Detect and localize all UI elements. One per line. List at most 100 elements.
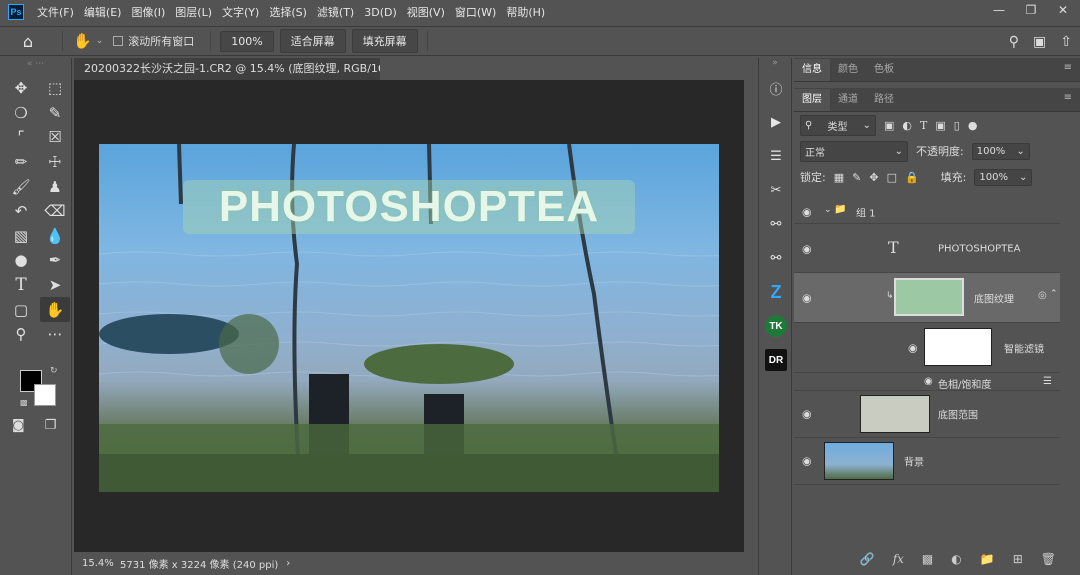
document-tab[interactable]: 20200322长沙沃之园-1.CR2 @ 15.4% (底图纹理, RGB/1… bbox=[74, 58, 422, 80]
filter-adjust-icon[interactable]: ◐ bbox=[902, 119, 912, 132]
menu-window[interactable]: 窗口(W) bbox=[450, 4, 501, 20]
lasso-tool-icon[interactable]: ❍ bbox=[6, 101, 36, 126]
menu-select[interactable]: 选择(S) bbox=[264, 4, 312, 20]
blur-tool-icon[interactable]: 💧 bbox=[40, 224, 70, 249]
eraser-tool-icon[interactable]: ⌫ bbox=[40, 199, 70, 224]
layer-row[interactable]: ◉ ↳ 底图纹理 ◎ ⌃ bbox=[794, 273, 1060, 323]
pen-tool-icon[interactable]: ✒ bbox=[40, 248, 70, 273]
quick-mask-icon[interactable]: ◙ bbox=[12, 418, 25, 433]
visibility-eye-icon[interactable]: ◉ bbox=[802, 455, 812, 468]
fx-icon[interactable]: fx bbox=[893, 552, 904, 566]
gradient-tool-icon[interactable]: ▧ bbox=[6, 224, 36, 249]
filter-toggle-icon[interactable]: ● bbox=[968, 119, 978, 132]
panel-grip[interactable]: » bbox=[759, 58, 791, 70]
lock-all-icon[interactable]: 🔒 bbox=[905, 171, 919, 184]
lock-position-icon[interactable]: ✥ bbox=[869, 171, 878, 184]
tab-color[interactable]: 颜色 bbox=[830, 59, 866, 81]
fill-screen-button[interactable]: 填充屏幕 bbox=[351, 29, 418, 53]
filter-effects-icon[interactable]: ◎ bbox=[1038, 290, 1047, 301]
document-image[interactable]: PHOTOSHOPTEA bbox=[99, 144, 719, 492]
menu-image[interactable]: 图像(I) bbox=[126, 4, 170, 20]
chevron-down-icon[interactable]: ⌄ bbox=[96, 36, 114, 46]
quick-select-tool-icon[interactable]: ✎ bbox=[40, 101, 70, 126]
link-layers-icon[interactable]: 🔗 bbox=[860, 552, 875, 566]
eyedropper-tool-icon[interactable]: ✏ bbox=[6, 150, 36, 175]
actions-play-icon[interactable]: ▶ bbox=[762, 110, 790, 134]
hand-tool-icon[interactable]: ✋ bbox=[69, 32, 96, 50]
swap-colors-icon[interactable]: ↻ bbox=[50, 366, 58, 376]
brush-tool-icon[interactable]: 🖌 bbox=[6, 174, 36, 199]
lock-artboard-icon[interactable]: □ bbox=[887, 171, 897, 184]
chevron-up-icon[interactable]: ⌃ bbox=[1050, 289, 1058, 299]
filter-smart-icon[interactable]: ▯ bbox=[954, 119, 960, 132]
link-plugin-icon[interactable]: ⚯ bbox=[762, 246, 790, 270]
healing-tool-icon[interactable]: ☩ bbox=[40, 150, 70, 175]
filter-type-icon[interactable]: T bbox=[920, 119, 927, 132]
status-zoom[interactable]: 15.4% bbox=[74, 558, 114, 569]
close-icon[interactable]: ✕ bbox=[1048, 0, 1078, 20]
brush-settings-icon[interactable]: ☰ bbox=[762, 144, 790, 168]
layer-row[interactable]: ◉ 智能滤镜 bbox=[794, 323, 1060, 373]
filter-shape-icon[interactable]: ▣ bbox=[935, 119, 945, 132]
tab-info[interactable]: 信息 bbox=[794, 59, 830, 81]
color-swatches[interactable]: ↻ ▩ bbox=[20, 366, 64, 410]
home-icon[interactable]: ⌂ bbox=[0, 32, 56, 51]
tab-layers[interactable]: 图层 bbox=[794, 89, 830, 111]
stamp-tool-icon[interactable]: ♟ bbox=[40, 174, 70, 199]
search-icon[interactable]: ⚲ bbox=[1009, 34, 1019, 50]
menu-filter[interactable]: 滤镜(T) bbox=[312, 4, 359, 20]
visibility-eye-icon[interactable]: ◉ bbox=[802, 243, 812, 256]
background-color[interactable] bbox=[34, 384, 56, 406]
menu-layer[interactable]: 图层(L) bbox=[170, 4, 217, 20]
layer-row[interactable]: ◉ ⌄ 📁 组 1 bbox=[794, 200, 1060, 224]
dodge-tool-icon[interactable]: ● bbox=[6, 248, 36, 273]
fit-screen-button[interactable]: 适合屏幕 bbox=[279, 29, 346, 53]
chevron-down-icon[interactable]: ⌄ bbox=[824, 205, 832, 215]
filter-options-icon[interactable]: ☰ bbox=[1043, 376, 1052, 387]
workspace-icon[interactable]: ▣ bbox=[1033, 34, 1046, 50]
adjustment-layer-icon[interactable]: ◐ bbox=[951, 552, 961, 566]
visibility-eye-icon[interactable]: ◉ bbox=[908, 341, 918, 354]
zoom-tool-icon[interactable]: ⚲ bbox=[6, 322, 36, 347]
panel-menu-icon[interactable]: ≡ bbox=[1064, 92, 1072, 103]
visibility-eye-icon[interactable]: ◉ bbox=[802, 408, 812, 421]
layer-thumbnail[interactable] bbox=[824, 442, 894, 480]
filter-pixel-icon[interactable]: ▣ bbox=[884, 119, 894, 132]
tools-icon[interactable]: ✂ bbox=[762, 178, 790, 202]
lock-transparent-icon[interactable]: ▦ bbox=[834, 171, 844, 184]
layer-row[interactable]: ◉ 色相/饱和度 ☰ bbox=[794, 373, 1060, 391]
lock-paint-icon[interactable]: ✎ bbox=[852, 171, 861, 184]
status-arrow-icon[interactable]: › bbox=[278, 558, 290, 569]
minimize-icon[interactable]: — bbox=[984, 0, 1014, 20]
tk-plugin-icon[interactable]: TK bbox=[762, 314, 790, 338]
z-plugin-icon[interactable]: Z bbox=[762, 280, 790, 304]
fill-input[interactable]: 100% ⌄ bbox=[974, 168, 1033, 186]
default-colors-icon[interactable]: ▩ bbox=[20, 398, 28, 407]
panel-grip[interactable]: « ⋯ bbox=[0, 58, 71, 70]
plugin-icon[interactable]: ⚯ bbox=[762, 212, 790, 236]
layer-thumbnail[interactable] bbox=[894, 278, 964, 316]
hand-tool-icon[interactable]: ✋ bbox=[40, 297, 70, 322]
scroll-all-checkbox[interactable] bbox=[113, 36, 124, 46]
history-brush-tool-icon[interactable]: ↶ bbox=[6, 199, 36, 224]
tab-paths[interactable]: 路径 bbox=[866, 89, 902, 111]
new-layer-icon[interactable]: ⊞ bbox=[1013, 552, 1023, 566]
new-group-icon[interactable]: 📁 bbox=[980, 552, 995, 566]
canvas-area[interactable]: PHOTOSHOPTEA bbox=[74, 80, 744, 552]
more-tools-icon[interactable]: ⋯ bbox=[40, 322, 70, 347]
add-mask-icon[interactable]: ▩ bbox=[922, 552, 933, 566]
filter-kind-dropdown[interactable]: ⚲ 类型 ⌄ bbox=[800, 114, 876, 136]
menu-help[interactable]: 帮助(H) bbox=[501, 4, 550, 20]
layer-row[interactable]: ◉ T PHOTOSHOPTEA bbox=[794, 226, 1060, 273]
filter-mask-thumbnail[interactable] bbox=[924, 328, 992, 366]
move-tool-icon[interactable]: ✥ bbox=[6, 76, 36, 101]
path-select-tool-icon[interactable]: ➤ bbox=[40, 273, 70, 298]
blend-mode-dropdown[interactable]: 正常 ⌄ bbox=[800, 140, 908, 162]
visibility-eye-icon[interactable]: ◉ bbox=[802, 291, 812, 304]
frame-tool-icon[interactable]: ☒ bbox=[40, 125, 70, 150]
delete-layer-icon[interactable]: 🗑 bbox=[1041, 552, 1056, 566]
share-icon[interactable]: ⇧ bbox=[1060, 34, 1072, 50]
opacity-input[interactable]: 100% ⌄ bbox=[971, 142, 1030, 160]
layer-row[interactable]: ◉ 背景 bbox=[794, 438, 1060, 485]
visibility-eye-icon[interactable]: ◉ bbox=[802, 205, 812, 218]
